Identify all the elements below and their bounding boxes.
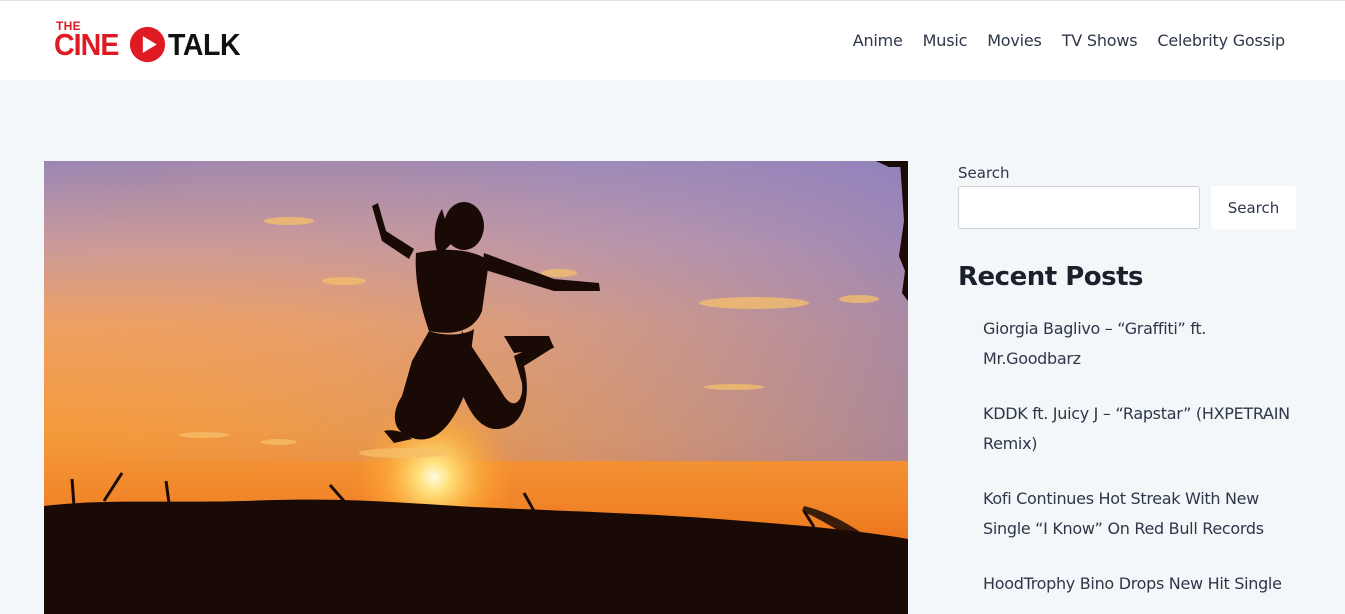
nav-item-movies[interactable]: Movies (987, 31, 1042, 50)
recent-posts-list: Giorgia Baglivo – “Graffiti” ft. Mr.Good… (958, 314, 1298, 599)
recent-post-link[interactable]: HoodTrophy Bino Drops New Hit Single (983, 569, 1293, 599)
search-form: Search (958, 186, 1298, 229)
recent-posts-title: Recent Posts (958, 262, 1144, 292)
nav-item-anime[interactable]: Anime (853, 31, 903, 50)
search-button[interactable]: Search (1211, 186, 1296, 229)
nav-item-celebrity-gossip[interactable]: Celebrity Gossip (1157, 31, 1285, 50)
play-icon (129, 26, 166, 63)
main-nav: Anime Music Movies TV Shows Celebrity Go… (833, 31, 1285, 50)
featured-image[interactable] (44, 161, 908, 614)
site-header: THE CINE TALK Anime Music Movies TV Show… (0, 1, 1345, 80)
search-label: Search (958, 164, 1010, 182)
recent-post-link[interactable]: Kofi Continues Hot Streak With New Singl… (983, 484, 1293, 544)
recent-post-link[interactable]: Giorgia Baglivo – “Graffiti” ft. Mr.Good… (983, 314, 1293, 374)
nav-item-music[interactable]: Music (923, 31, 968, 50)
sunset-jump-image (44, 161, 908, 614)
search-input[interactable] (958, 186, 1200, 229)
sidebar: Search Search Recent Posts Giorgia Bagli… (958, 164, 1298, 614)
recent-post-link[interactable]: KDDK ft. Juicy J – “Rapstar” (HXPETRAIN … (983, 399, 1293, 459)
nav-item-tv-shows[interactable]: TV Shows (1062, 31, 1138, 50)
site-logo[interactable]: THE CINE TALK (54, 19, 254, 65)
logo-cine-text: CINE (54, 27, 119, 62)
logo-talk-text: TALK (168, 27, 241, 62)
